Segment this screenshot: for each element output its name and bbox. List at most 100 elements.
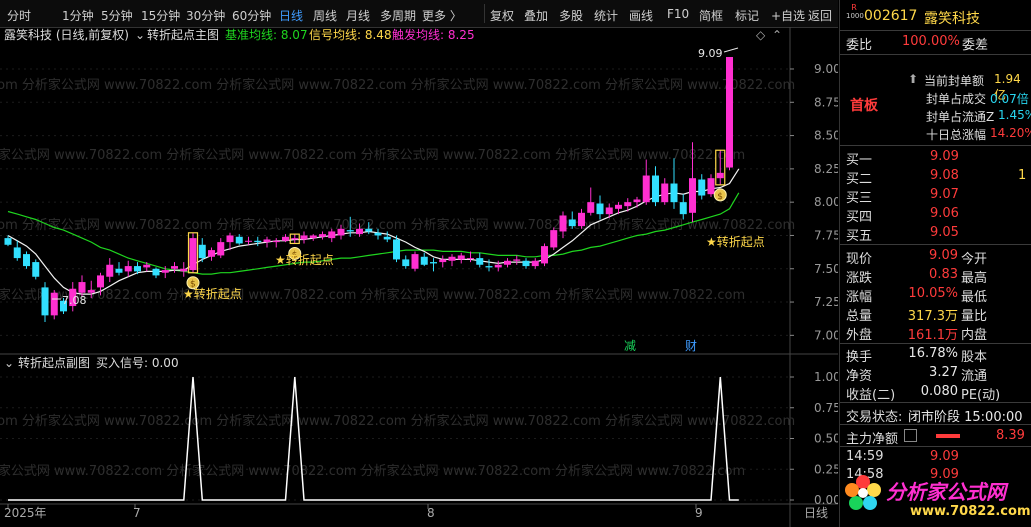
stat-label: 现价 <box>846 252 873 267</box>
indicator-chevron-icon[interactable]: ⌄ <box>135 28 145 42</box>
period-more-menu[interactable]: 更多 〉 <box>422 7 462 24</box>
period-tab-fenshi[interactable]: 分时 <box>7 7 31 24</box>
divider <box>840 145 1031 146</box>
period-tab-daily[interactable]: 日线 <box>279 7 303 24</box>
candle-body <box>32 262 40 277</box>
candle-body <box>143 264 151 268</box>
candle <box>726 56 733 171</box>
draw-line-button[interactable]: 画线 <box>629 7 653 24</box>
candle-body <box>291 238 299 240</box>
watermark-text: com 分析家公式网 www.70822.com 分析家公式网 www.7082… <box>0 287 745 303</box>
flower-icon <box>842 472 884 514</box>
back-button[interactable]: 返回 <box>808 7 832 24</box>
candle-body <box>624 202 632 207</box>
money-bag-glyph: $ <box>717 192 723 202</box>
candle-body <box>457 255 465 260</box>
bid-label: 买二 <box>846 172 873 187</box>
main-indicator-name[interactable]: 转折起点主图 <box>147 27 219 42</box>
candle <box>291 234 299 244</box>
candle <box>707 174 715 197</box>
simple-frame-button[interactable]: 简框 <box>699 7 723 24</box>
candle <box>504 258 511 268</box>
detail-icon[interactable] <box>904 429 917 442</box>
period-tab-30min[interactable]: 30分钟 <box>186 7 225 24</box>
watermark-layer: com 分析家公式网 www.70822.com 分析家公式网 www.7082… <box>0 77 795 479</box>
stat-label: 涨跌 <box>846 271 873 286</box>
candle-body <box>23 254 30 267</box>
seal-vs-volume-label: 封单占成交 <box>926 92 987 106</box>
time-label-aug: 8 <box>427 506 435 520</box>
stat-label: 涨幅 <box>846 290 873 305</box>
candle <box>124 260 132 277</box>
signal-label-2: ★转折起点 <box>275 252 334 267</box>
stat-label: 今开 <box>961 252 988 267</box>
seal-amount-label: 当前封单额 <box>924 74 985 88</box>
candle <box>578 208 585 229</box>
candle-body <box>226 235 234 243</box>
candle-body <box>282 236 289 241</box>
period-tab-monthly[interactable]: 月线 <box>346 7 370 24</box>
candle-body <box>4 238 12 245</box>
kline-chart: com 分析家公式网 www.70822.com 分析家公式网 www.7082… <box>0 27 838 527</box>
event-tag-finance-text[interactable]: 财 <box>685 339 697 353</box>
period-tab-60min[interactable]: 60分钟 <box>232 7 271 24</box>
main-net-row: 主力净额 8.39 <box>840 427 1031 447</box>
f10-button[interactable]: F10 <box>667 7 689 21</box>
period-tab-15min[interactable]: 15分钟 <box>141 7 180 24</box>
candle <box>263 236 271 248</box>
diamond-icon[interactable]: ◇ <box>756 28 766 42</box>
toolbar-divider <box>484 4 485 23</box>
multi-stock-button[interactable]: 多股 <box>559 7 583 24</box>
candle <box>393 235 400 263</box>
high-price-label: 9.09 <box>698 47 723 60</box>
candle-body <box>559 215 567 232</box>
candles <box>4 56 733 323</box>
sub-chevron-icon[interactable]: ⌄ <box>4 356 14 370</box>
add-watchlist-button[interactable]: +自选 <box>771 7 805 24</box>
candle <box>152 267 160 279</box>
bid-row-1: 买一 9.09 <box>840 148 1031 168</box>
statistics-button[interactable]: 统计 <box>594 7 618 24</box>
stat-row-3: 涨幅 10.05% 最低 <box>840 285 1031 305</box>
candle-body <box>124 266 132 272</box>
candle-body <box>161 270 169 273</box>
candle <box>309 234 317 241</box>
candle-body <box>439 259 447 263</box>
candle <box>106 258 114 283</box>
candle <box>679 194 687 220</box>
fuquan-button[interactable]: 复权 <box>490 7 514 24</box>
board-badge: 首板 <box>850 98 878 114</box>
price-tick-label: 7.50 <box>814 262 838 276</box>
candle-body <box>670 183 678 203</box>
stat-label: 净资 <box>846 369 873 384</box>
candle-body <box>504 260 511 265</box>
mark-button[interactable]: 标记 <box>735 7 759 24</box>
candle <box>670 158 678 209</box>
period-tab-multi[interactable]: 多周期 <box>380 7 416 24</box>
candle <box>383 231 391 243</box>
bid-price: 9.07 <box>930 187 959 202</box>
sub-indicator-name[interactable]: 转折起点副图 <box>18 355 90 370</box>
candle <box>50 290 58 320</box>
period-tab-5min[interactable]: 5分钟 <box>101 7 133 24</box>
period-tab-weekly[interactable]: 周线 <box>313 7 337 24</box>
bid-label: 买四 <box>846 210 873 225</box>
site-logo: 分析家公式网 www.70822.com <box>840 462 1031 527</box>
bid-row-5: 买五 9.05 <box>840 224 1031 244</box>
candle <box>494 260 502 272</box>
candle <box>41 282 49 323</box>
overlay-button[interactable]: 叠加 <box>524 7 548 24</box>
candle-body <box>633 199 641 203</box>
price-tick-label: 9.00 <box>814 62 838 76</box>
trade-status-row: 交易状态: 闭市阶段 15:00:00 <box>840 405 1031 425</box>
price-tick-label: 7.25 <box>814 295 838 309</box>
candle <box>272 238 280 248</box>
bid-label: 买三 <box>846 191 873 206</box>
stat-label: 股本 <box>961 350 988 365</box>
candle <box>642 159 650 205</box>
collapse-icon[interactable]: ⌃ <box>772 28 782 42</box>
stat-label: 换手 <box>846 350 873 365</box>
candle-body <box>198 244 206 259</box>
period-tab-1min[interactable]: 1分钟 <box>62 7 94 24</box>
stat-label: 收益(二) <box>846 388 896 403</box>
